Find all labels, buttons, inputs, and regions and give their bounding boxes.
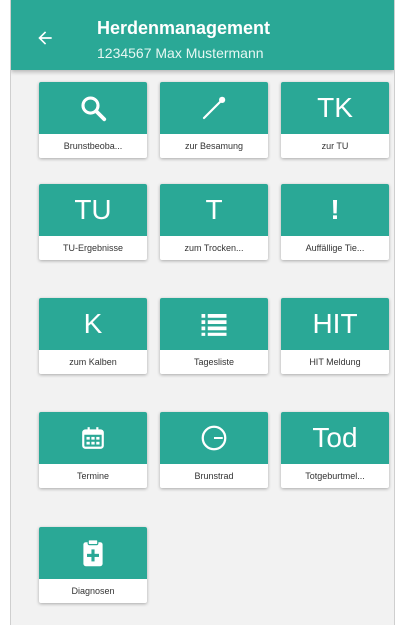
tile-diagnosen[interactable]: Diagnosen bbox=[39, 527, 147, 603]
tile-glyph: Tod bbox=[312, 422, 358, 453]
tile-label: HIT Meldung bbox=[309, 357, 361, 367]
tile-label: Brunstbeoba... bbox=[63, 141, 123, 151]
tile-termine[interactable]: Termine bbox=[39, 412, 147, 488]
tile-label: Termine bbox=[76, 471, 109, 481]
tile-label: TU-Ergebnisse bbox=[62, 243, 124, 253]
tile-zum-kalben[interactable]: K zum Kalben bbox=[39, 298, 147, 374]
tile-label: zur Besamung bbox=[184, 141, 244, 151]
list-icon bbox=[199, 311, 229, 337]
tile-label: zur TU bbox=[321, 141, 349, 151]
insemination-icon bbox=[199, 93, 229, 123]
tile-label: Auffällige Tie... bbox=[305, 243, 365, 253]
page-title: Herdenmanagement bbox=[97, 18, 271, 38]
exclamation-icon: ! bbox=[330, 194, 340, 225]
menu-grid: Brunstbeoba... zur Besamung TK zur TU TU… bbox=[11, 0, 394, 625]
tile-brunstrad[interactable]: Brunstrad bbox=[160, 412, 268, 488]
tile-tu-ergebnisse[interactable]: TU TU-Ergebnisse bbox=[39, 184, 147, 260]
tile-label: zum Trocken... bbox=[184, 243, 244, 253]
tile-zur-tu[interactable]: TK zur TU bbox=[281, 82, 389, 158]
tile-tagesliste[interactable]: Tagesliste bbox=[160, 298, 268, 374]
tile-brunstbeobachtung[interactable]: Brunstbeoba... bbox=[39, 82, 147, 158]
tile-glyph: TK bbox=[317, 92, 353, 123]
tile-totgeburtmeldung[interactable]: Tod Totgeburtmel... bbox=[281, 412, 389, 488]
circle-minus-icon bbox=[199, 423, 229, 453]
tile-zur-besamung[interactable]: zur Besamung bbox=[160, 82, 268, 158]
tile-label: zum Kalben bbox=[69, 357, 117, 367]
app-bar: Herdenmanagement 1234567 Max Mustermann bbox=[11, 0, 394, 70]
app-frame: Brunstbeoba... zur Besamung TK zur TU TU… bbox=[10, 0, 395, 625]
tile-hit-meldung[interactable]: HIT HIT Meldung bbox=[281, 298, 389, 374]
arrow-left-icon[interactable] bbox=[35, 28, 55, 48]
tile-glyph: K bbox=[83, 308, 103, 339]
tile-glyph: TU bbox=[74, 194, 112, 225]
tile-auffaellige-tiere[interactable]: ! Auffällige Tie... bbox=[281, 184, 389, 260]
tile-glyph: HIT bbox=[312, 308, 358, 339]
tile-glyph: T bbox=[205, 194, 223, 225]
tile-label: Tagesliste bbox=[193, 357, 235, 367]
calendar-icon bbox=[80, 425, 106, 451]
tile-zum-trocken[interactable]: T zum Trocken... bbox=[160, 184, 268, 260]
tile-label: Diagnosen bbox=[71, 586, 115, 596]
page-subtitle: 1234567 Max Mustermann bbox=[97, 45, 264, 61]
tile-label: Totgeburtmel... bbox=[305, 471, 365, 481]
tile-label: Brunstrad bbox=[194, 471, 234, 481]
search-icon bbox=[78, 93, 108, 123]
clipboard-plus-icon bbox=[81, 538, 105, 568]
